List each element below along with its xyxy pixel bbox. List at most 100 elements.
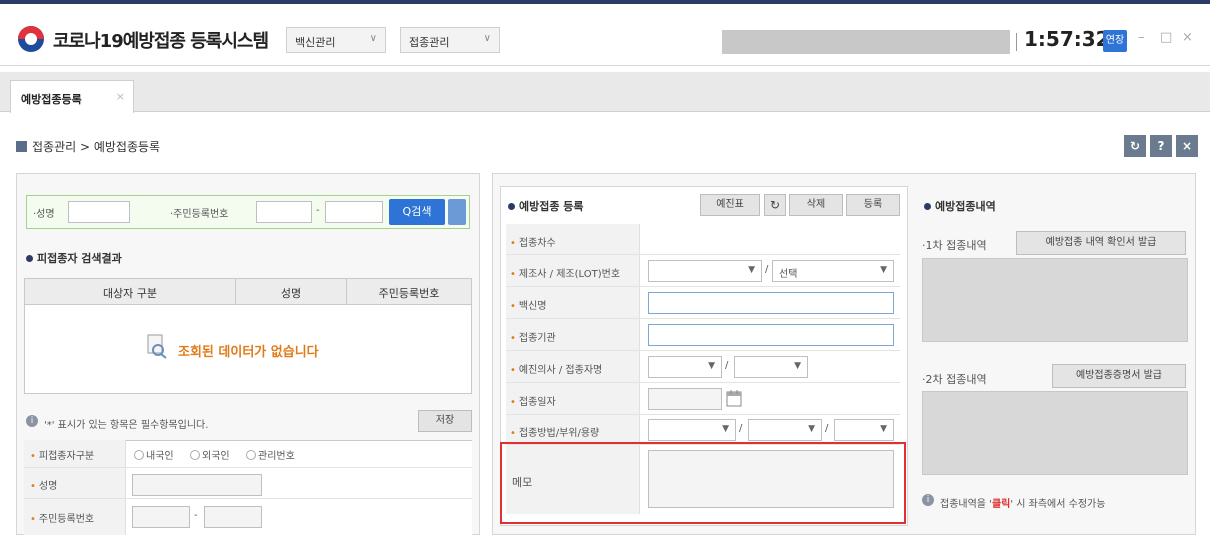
lot-label: • 제조사 / 제조(LOT)번호 [510, 269, 621, 280]
chevron-down-icon: ▼ [708, 361, 715, 371]
refresh-page-button[interactable]: ↻ [1124, 135, 1146, 157]
section-bullet-icon [508, 203, 515, 210]
institution-input[interactable] [648, 324, 894, 346]
tab-vaccination-register[interactable]: 예방접종등록 × [10, 80, 134, 113]
delete-button[interactable]: 삭제 [789, 194, 843, 216]
column-header: 주민등록번호 [378, 287, 440, 300]
magnifier-document-icon [146, 333, 168, 359]
rrn-dash: - [316, 205, 320, 216]
info-icon: i [922, 494, 934, 506]
separator: / [825, 423, 829, 434]
memo-textarea[interactable] [648, 450, 894, 508]
tab-close-icon[interactable]: × [116, 90, 125, 103]
close-icon[interactable]: × [1182, 30, 1193, 45]
menu-vaccination-label: 접종관리 [409, 36, 450, 49]
history-title: 예방접종내역 [924, 198, 996, 214]
section-bullet-icon [26, 255, 33, 262]
divider [1016, 33, 1017, 51]
menu-vaccine-label: 백신관리 [295, 36, 336, 49]
close-page-button[interactable]: × [1176, 135, 1198, 157]
page-icon [16, 141, 27, 152]
manufacturer-select[interactable]: ▼ [648, 260, 762, 282]
menu-vaccine-dropdown[interactable]: 백신관리 ∨ [286, 27, 386, 53]
row-divider [506, 286, 900, 287]
rrn-front-field[interactable] [132, 506, 190, 528]
tab-bar [0, 72, 1210, 112]
help-button[interactable]: ? [1150, 135, 1172, 157]
first-dose-certificate-button[interactable]: 예방접종 내역 확인서 발급 [1016, 231, 1186, 255]
separator: / [725, 360, 729, 371]
name-search-label: ·성명 [33, 209, 55, 220]
chevron-down-icon: ▼ [880, 265, 887, 275]
empty-results-message: 조회된 데이터가 없습니다 [178, 345, 319, 360]
vaccine-input[interactable] [648, 292, 894, 314]
chevron-down-icon: ▼ [722, 424, 729, 434]
chevron-down-icon: ▼ [880, 424, 887, 434]
rrn-label: • 주민등록번호 [30, 514, 95, 525]
radio-icon [134, 450, 144, 460]
memo-label: 메모 [512, 476, 533, 489]
korea-emblem-icon [18, 26, 44, 52]
row-divider [24, 467, 472, 468]
site-select[interactable]: ▼ [748, 419, 822, 441]
name-search-input[interactable] [68, 201, 130, 223]
tab-label: 예방접종등록 [21, 93, 82, 106]
lot-select-value: 선택 [779, 269, 798, 280]
breadcrumb: 접종관리 > 예방접종등록 [16, 138, 160, 155]
vaccinator-select[interactable]: ▼ [734, 356, 808, 378]
dosage-select[interactable]: ▼ [834, 419, 894, 441]
save-button[interactable]: 저장 [418, 410, 472, 432]
column-header: 성명 [280, 287, 302, 300]
second-dose-history-box[interactable] [922, 391, 1188, 475]
second-dose-label: ·2차 접종내역 [922, 373, 987, 386]
search-options-button[interactable] [448, 199, 466, 225]
radio-icon [246, 450, 256, 460]
register-button[interactable]: 등록 [846, 194, 900, 216]
results-title: 피접종자 검색결과 [26, 250, 122, 266]
row-divider [506, 318, 900, 319]
institution-label: • 접종기관 [510, 333, 556, 344]
maximize-icon[interactable]: □ [1160, 30, 1172, 45]
rrn-back-input[interactable] [325, 201, 383, 223]
radio-icon [190, 450, 200, 460]
refresh-icon[interactable]: ↻ [764, 194, 786, 216]
name-input[interactable] [132, 474, 262, 496]
doctor-label: • 예진의사 / 접종자명 [510, 365, 603, 376]
row-divider [506, 414, 900, 415]
row-divider [506, 254, 900, 255]
preview-button[interactable]: 예진표 [700, 194, 760, 216]
calendar-icon[interactable] [726, 389, 742, 407]
row-divider [24, 498, 472, 499]
radio-foreigner[interactable]: 외국인 [190, 447, 230, 462]
masked-user-info [722, 30, 1010, 54]
rrn-front-input[interactable] [256, 201, 312, 223]
chevron-down-icon: ▼ [808, 424, 815, 434]
method-select[interactable]: ▼ [648, 419, 736, 441]
separator: / [765, 264, 769, 275]
section-bullet-icon [924, 203, 931, 210]
breadcrumb-text: 접종관리 > 예방접종등록 [32, 140, 161, 154]
method-label: • 접종방법/부위/용량 [510, 428, 600, 439]
info-icon: i [26, 415, 38, 427]
vaccination-title: 예방접종 등록 [508, 198, 584, 214]
date-input[interactable] [648, 388, 722, 410]
rrn-search-label: ·주민등록번호 [170, 209, 229, 220]
dose-label: • 접종차수 [510, 238, 556, 249]
lot-select[interactable]: 선택 ▼ [772, 260, 894, 282]
chevron-down-icon: ∨ [483, 33, 491, 44]
date-label: • 접종일자 [510, 397, 556, 408]
rrn-back-field[interactable] [204, 506, 262, 528]
first-dose-history-box[interactable] [922, 258, 1188, 342]
doctor-select[interactable]: ▼ [648, 356, 722, 378]
search-button[interactable]: Q검색 [389, 199, 445, 225]
menu-vaccination-dropdown[interactable]: 접종관리 ∨ [400, 27, 500, 53]
chevron-down-icon: ∨ [369, 33, 377, 44]
row-divider [506, 350, 900, 351]
extend-session-button[interactable]: 연장 [1103, 30, 1127, 52]
radio-management-number[interactable]: 관리번호 [246, 447, 295, 462]
history-footer-note: 접종내역을 '클릭' 시 좌측에서 수정가능 [940, 499, 1106, 510]
second-dose-certificate-button[interactable]: 예방접종증명서 발급 [1052, 364, 1186, 388]
minimize-icon[interactable]: – [1138, 30, 1145, 45]
click-highlight: 클릭 [991, 499, 1011, 510]
radio-domestic[interactable]: 내국인 [134, 447, 174, 462]
